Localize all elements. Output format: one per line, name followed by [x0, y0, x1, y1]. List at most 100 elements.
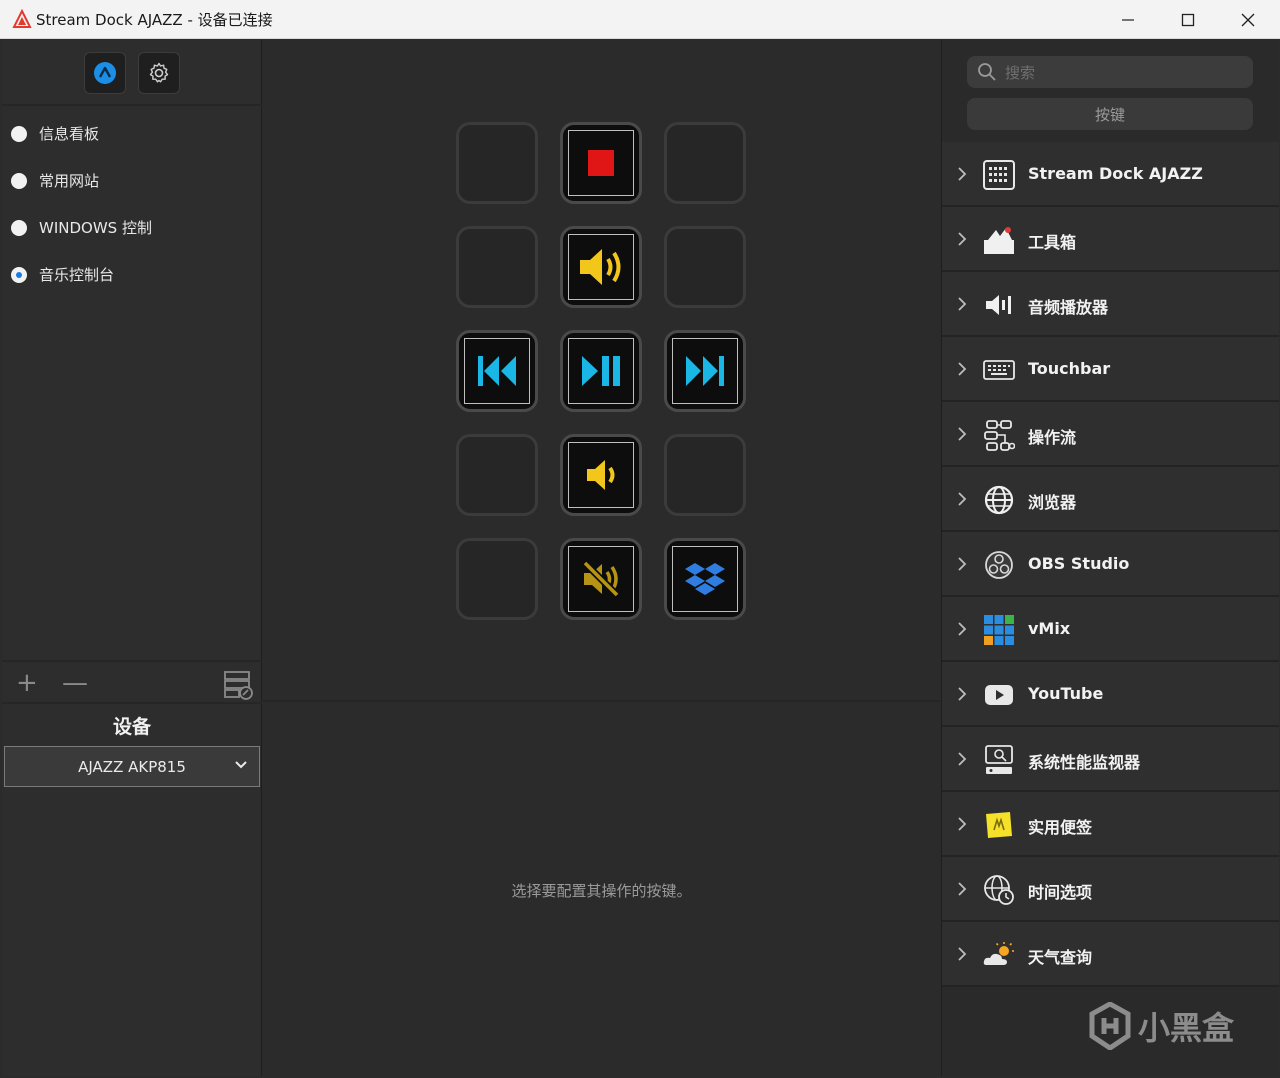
left-panel: 信息看板 常用网站 WINDOWS 控制 音乐控制台 + — 设备 AJAZZ … [2, 40, 262, 1076]
key-slot-5-2[interactable] [560, 538, 642, 620]
plugin-label: OBS Studio [1028, 554, 1130, 573]
plugin-item-touchbar[interactable]: Touchbar [942, 337, 1279, 402]
remove-profile-button[interactable]: — [62, 668, 88, 698]
key-slot-2-1[interactable] [456, 226, 538, 308]
key-slot-4-1[interactable] [456, 434, 538, 516]
close-icon [1241, 13, 1255, 26]
key-frame [568, 546, 634, 612]
key-slot-4-3[interactable] [664, 434, 746, 516]
app-logo-icon [12, 9, 32, 28]
plugin-label: 浏览器 [1028, 493, 1077, 512]
profile-item-music-console[interactable]: 音乐控制台 [2, 251, 262, 298]
plugin-label: 时间选项 [1028, 883, 1093, 902]
workflow-icon [982, 418, 1016, 452]
profile-label: WINDOWS 控制 [39, 219, 152, 237]
chevron-right-icon [958, 817, 967, 831]
key-slot-4-2[interactable] [560, 434, 642, 516]
sticky-note-icon [982, 808, 1016, 842]
chevron-right-icon [958, 947, 967, 961]
plugin-item-world-clock[interactable]: 时间选项 [942, 857, 1279, 922]
chevron-right-icon [958, 167, 967, 181]
plugin-item-stream-dock-ajazz[interactable]: Stream Dock AJAZZ [942, 142, 1279, 207]
key-frame [568, 234, 634, 300]
plugin-item-audio-player[interactable]: 音频播放器 [942, 272, 1279, 337]
profile-radio[interactable] [11, 125, 27, 142]
key-slot-3-3[interactable] [664, 330, 746, 412]
store-button[interactable] [84, 52, 126, 94]
volume-up-icon [580, 249, 621, 285]
keyboard-icon [982, 353, 1016, 387]
obs-icon [982, 548, 1016, 582]
plugin-label: YouTube [1028, 684, 1104, 703]
chevron-right-icon [958, 492, 967, 506]
profile-radio[interactable] [11, 172, 27, 189]
title-bar: Stream Dock AJAZZ - 设备已连接 [0, 0, 1280, 39]
store-icon [94, 62, 116, 84]
chevron-right-icon [958, 362, 967, 376]
maximize-button[interactable] [1158, 0, 1218, 39]
chevron-right-icon [958, 882, 967, 896]
plugin-item-weather[interactable]: 天气查询 [942, 922, 1279, 987]
profile-label: 音乐控制台 [39, 266, 115, 284]
key-slot-2-2[interactable] [560, 226, 642, 308]
key-slot-1-1[interactable] [456, 122, 538, 204]
audio-player-icon [982, 288, 1016, 322]
plugin-label: Stream Dock AJAZZ [1028, 164, 1203, 183]
device-section-title: 设备 [112, 716, 151, 738]
plugin-item-browser[interactable]: 浏览器 [942, 467, 1279, 532]
device-dropdown[interactable]: AJAZZ AKP815 [4, 746, 260, 787]
gear-icon [149, 62, 169, 83]
plugin-item-obs-studio[interactable]: OBS Studio [942, 532, 1279, 597]
system-monitor-icon [982, 743, 1016, 777]
chevron-right-icon [958, 232, 967, 246]
plugin-label: 工具箱 [1028, 233, 1077, 252]
key-slot-3-2[interactable] [560, 330, 642, 412]
profile-item-info-board[interactable]: 信息看板 [2, 110, 262, 157]
plugin-item-toolbox[interactable]: 工具箱 [942, 207, 1279, 272]
profile-item-websites[interactable]: 常用网站 [2, 157, 262, 204]
plugin-item-workflow[interactable]: 操作流 [942, 402, 1279, 467]
stop-icon [588, 150, 614, 176]
watermark: 小黑盒 [1088, 1000, 1248, 1052]
play-pause-icon [582, 356, 620, 386]
plugin-item-vmix[interactable]: vMix [942, 597, 1279, 662]
key-frame [464, 338, 530, 404]
globe-icon [982, 483, 1016, 517]
maximize-icon [1181, 13, 1195, 26]
profile-list: 信息看板 常用网站 WINDOWS 控制 音乐控制台 [2, 110, 262, 298]
plugin-label: Touchbar [1028, 359, 1111, 378]
key-frame [672, 546, 738, 612]
profile-radio[interactable] [11, 219, 27, 236]
next-track-icon [686, 356, 724, 386]
key-slot-1-3[interactable] [664, 122, 746, 204]
key-slot-2-3[interactable] [664, 226, 746, 308]
profile-radio-selected[interactable] [11, 266, 27, 283]
vmix-icon [982, 613, 1016, 647]
key-slot-3-1[interactable] [456, 330, 538, 412]
plugin-item-youtube[interactable]: YouTube [942, 662, 1279, 727]
plugin-item-sticky-notes[interactable]: 实用便签 [942, 792, 1279, 857]
key-slot-5-1[interactable] [456, 538, 538, 620]
key-frame [568, 338, 634, 404]
plugin-label: 系统性能监视器 [1028, 753, 1141, 772]
key-slot-1-2[interactable] [560, 122, 642, 204]
minimize-button[interactable] [1098, 0, 1158, 39]
key-frame [568, 442, 634, 508]
add-profile-button[interactable]: + [16, 668, 38, 698]
key-frame [568, 130, 634, 196]
weather-icon [982, 938, 1016, 972]
chevron-down-icon [235, 761, 247, 769]
center-panel: 选择要配置其操作的按键。 [263, 40, 940, 1076]
plugin-item-system-monitor[interactable]: 系统性能监视器 [942, 727, 1279, 792]
category-button[interactable]: 按键 [967, 98, 1253, 130]
minimize-icon [1122, 18, 1134, 21]
profile-item-windows-control[interactable]: WINDOWS 控制 [2, 204, 262, 251]
close-button[interactable] [1218, 0, 1278, 39]
profile-export-icon[interactable] [222, 668, 254, 700]
left-toolbar [2, 40, 262, 106]
watermark-text: 小黑盒 [1138, 1009, 1235, 1047]
search-input[interactable]: 搜索 [967, 56, 1253, 88]
settings-button[interactable] [138, 52, 180, 94]
key-slot-5-3[interactable] [664, 538, 746, 620]
world-clock-icon [982, 873, 1016, 907]
